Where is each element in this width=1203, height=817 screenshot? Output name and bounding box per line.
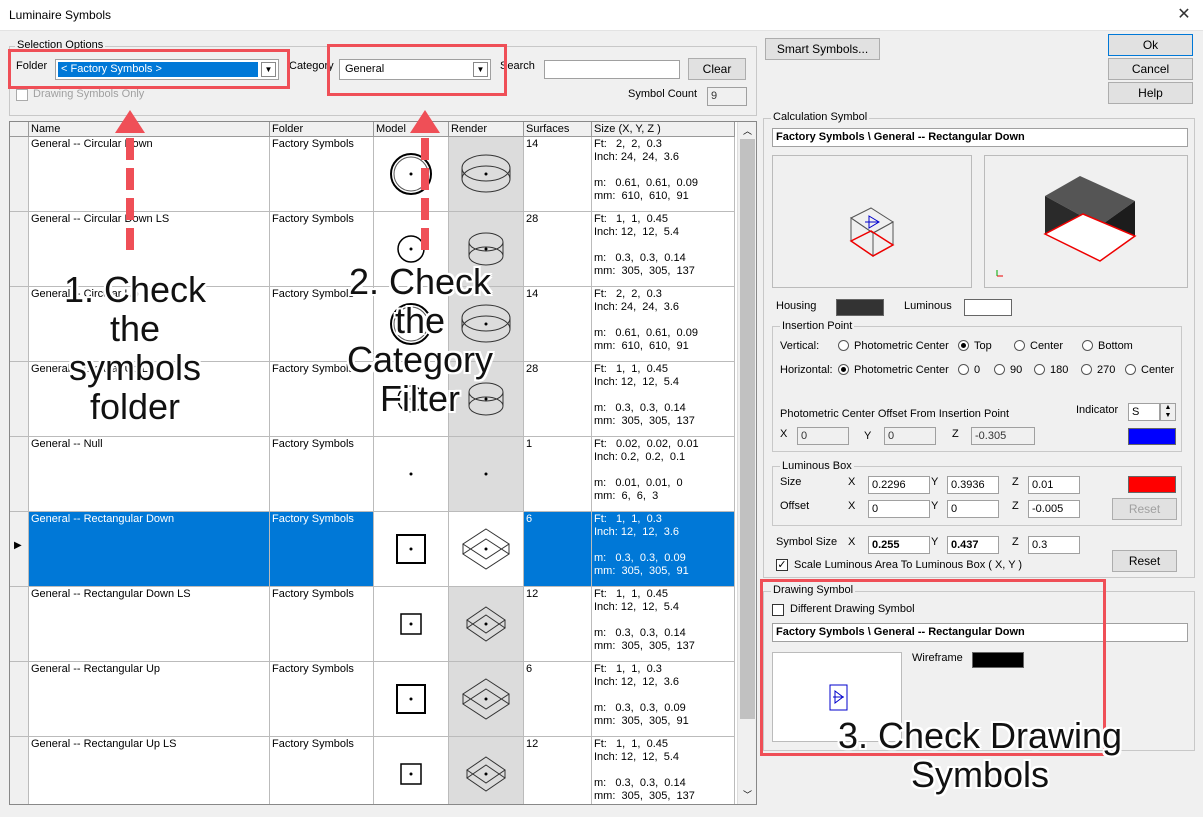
annotation-step-1: 1. Check the symbols folder: [63, 269, 207, 427]
annotation-step-3: 3. Check Drawing Symbols: [837, 715, 1123, 795]
annotation-step-2: 2. Check the Category Filter: [346, 261, 494, 419]
